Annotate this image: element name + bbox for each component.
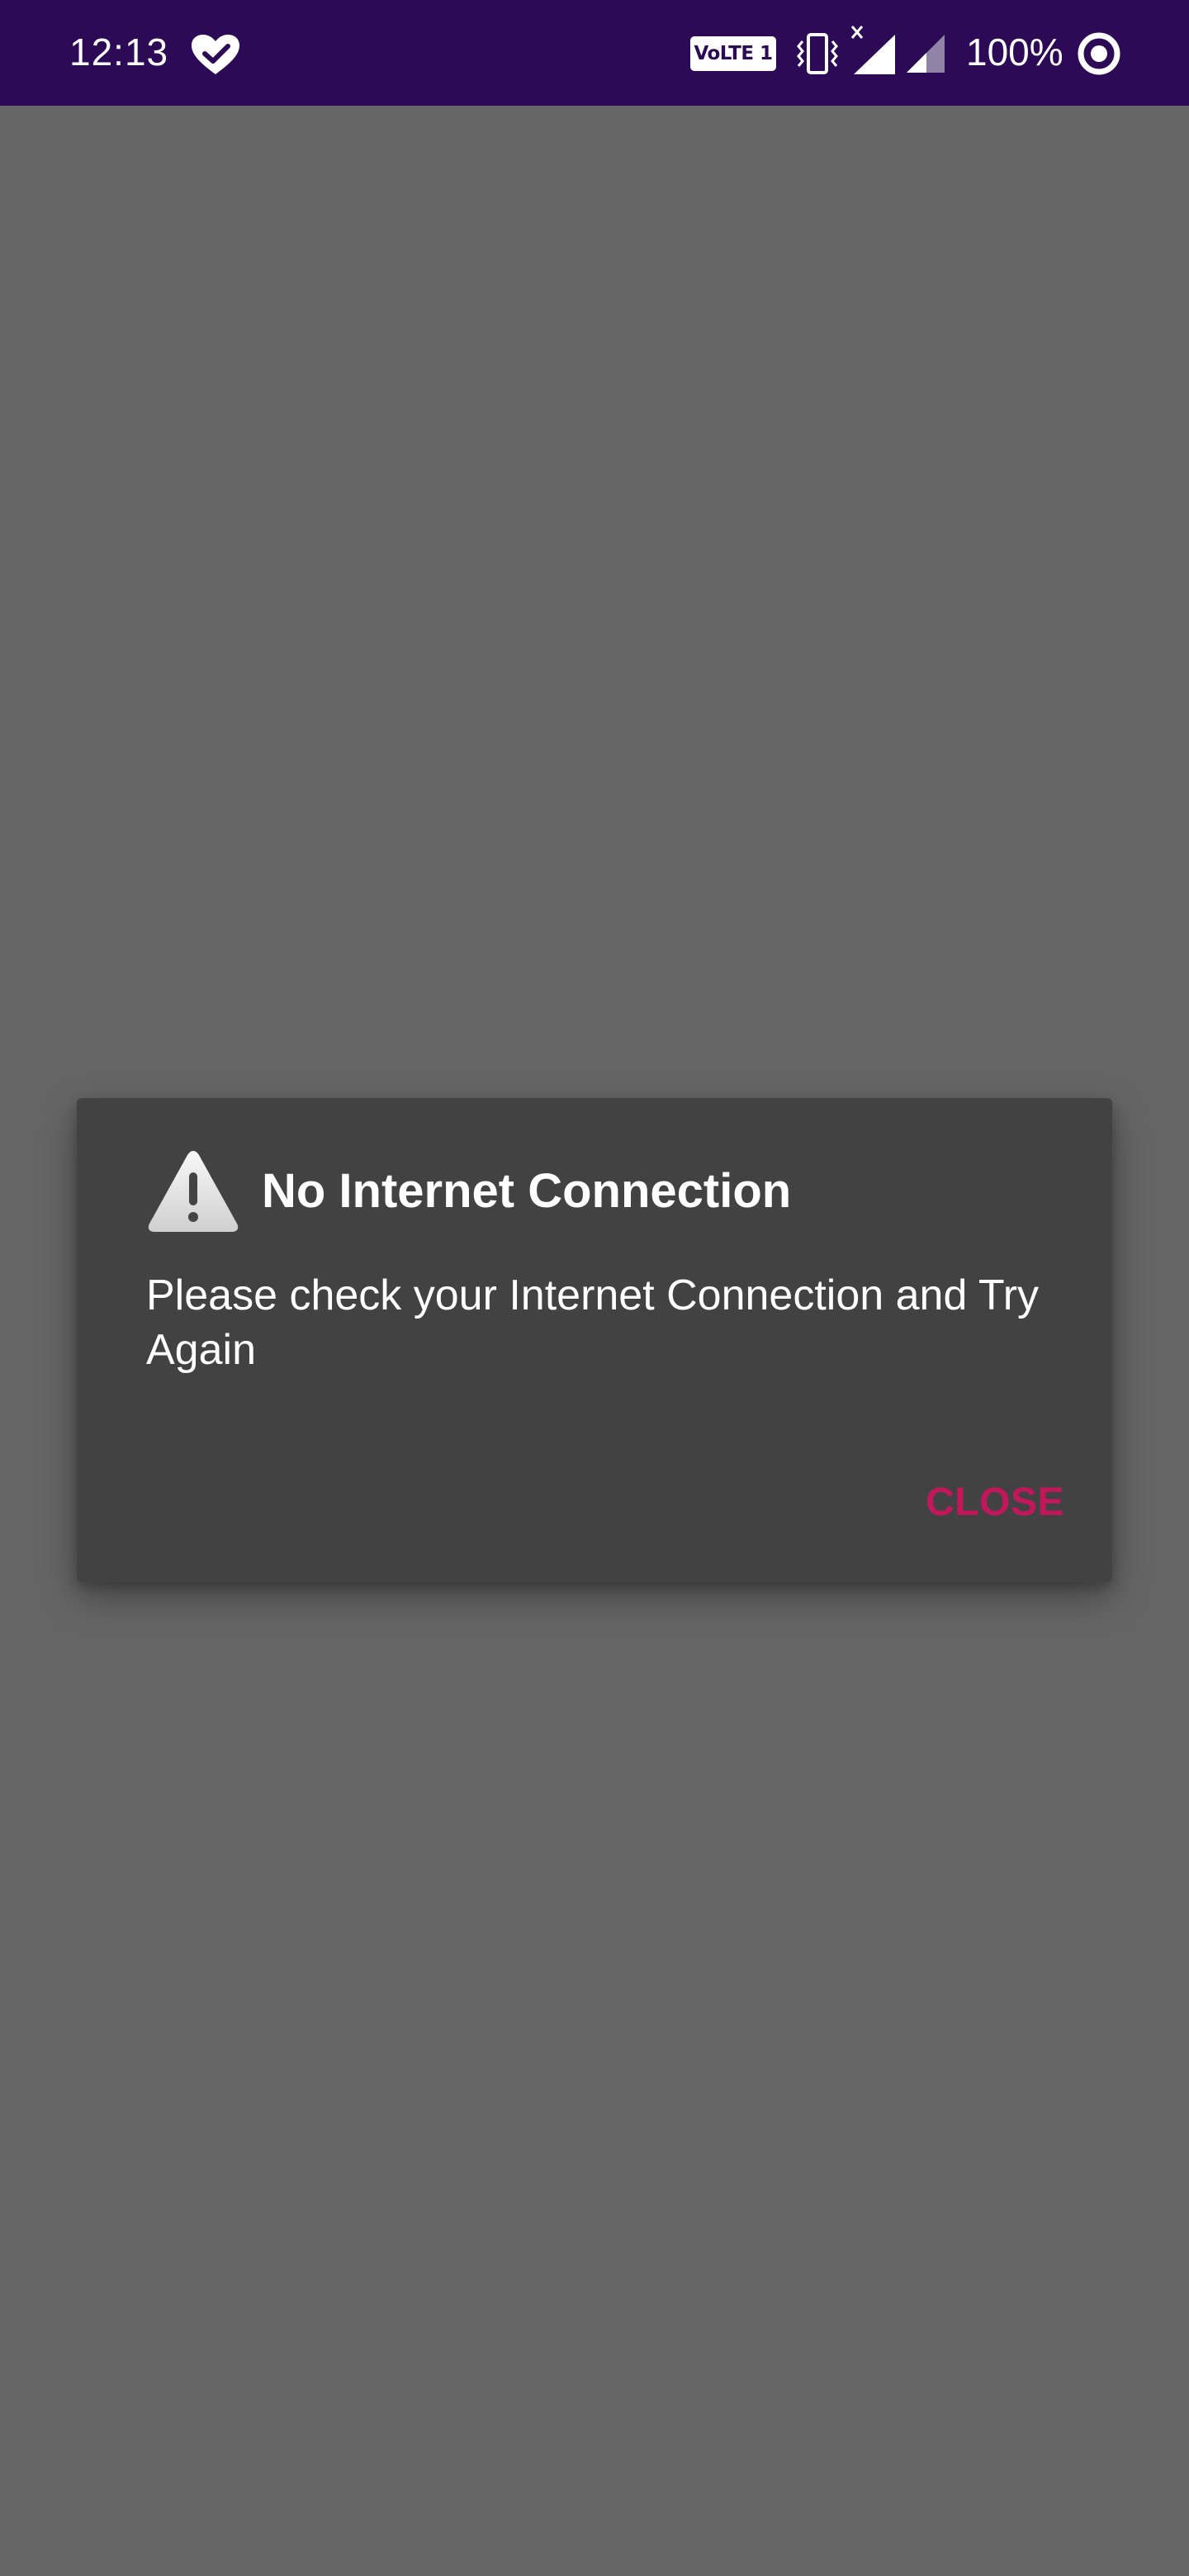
dialog-message: Please check your Internet Connection an… <box>146 1271 1040 1374</box>
heart-check-icon <box>192 35 239 74</box>
no-connection-dialog: No Internet Connection Please check your… <box>77 1098 1112 1582</box>
warning-icon <box>148 1151 239 1232</box>
battery-percent: 100% <box>966 31 1063 73</box>
dialog-title: No Internet Connection <box>262 1164 792 1218</box>
battery-ring-icon <box>1078 32 1120 75</box>
status-time: 12:13 <box>69 31 169 73</box>
vibrate-icon <box>797 33 838 74</box>
signal-icon <box>907 35 945 73</box>
dialog-header: No Internet Connection <box>146 1148 1054 1234</box>
signal-x-icon <box>850 26 895 74</box>
status-bar: 12:13 VoLTE 1 100% <box>0 0 1189 106</box>
volte-icon: VoLTE 1 <box>690 36 776 71</box>
close-button[interactable]: CLOSE <box>911 1463 1064 1542</box>
